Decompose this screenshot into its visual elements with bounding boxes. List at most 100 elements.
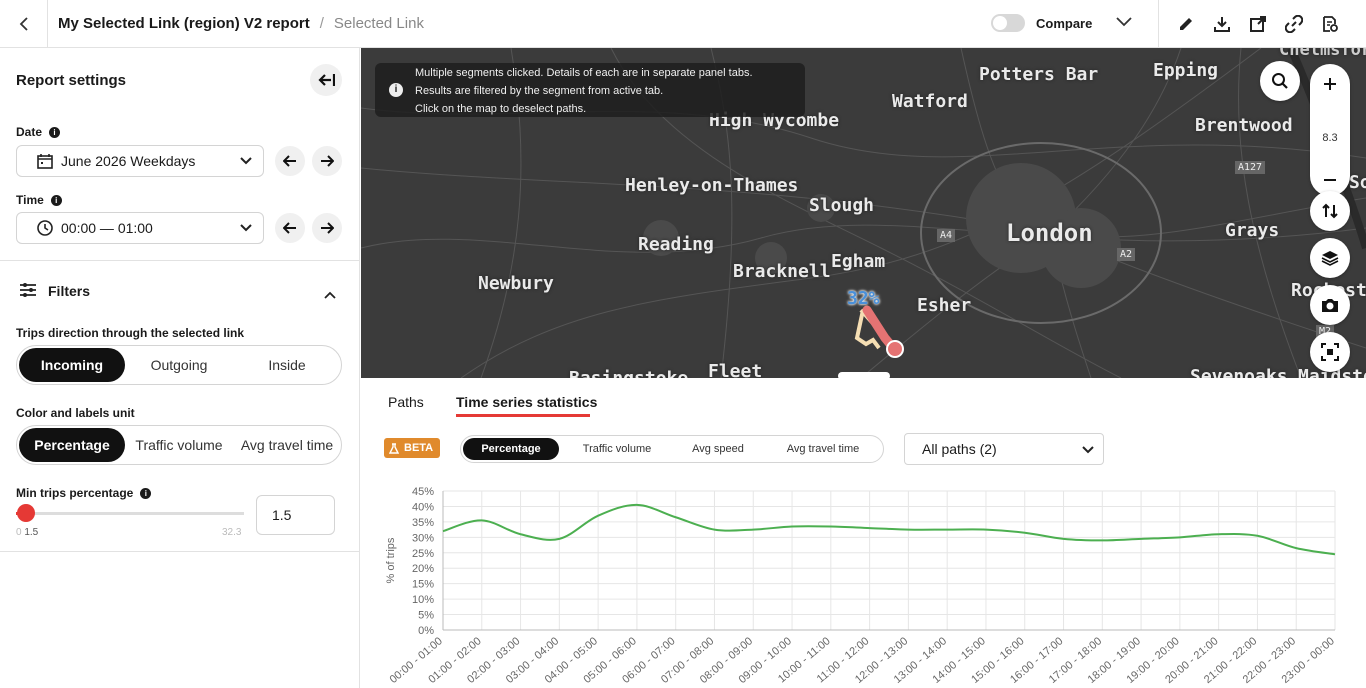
date-previous-button[interactable] bbox=[275, 146, 305, 176]
time-next-button[interactable] bbox=[312, 213, 342, 243]
back-icon bbox=[19, 16, 28, 31]
copy-link-button[interactable] bbox=[1283, 13, 1305, 35]
date-next-button[interactable] bbox=[312, 146, 342, 176]
sidebar-divider bbox=[0, 260, 359, 261]
report-settings-button[interactable] bbox=[1319, 13, 1341, 35]
map-screenshot-button[interactable] bbox=[1310, 285, 1350, 325]
zoom-in-button[interactable] bbox=[1322, 76, 1338, 97]
chart-unit-percentage[interactable]: Percentage bbox=[463, 438, 559, 460]
map-place-newbury: Newbury bbox=[478, 273, 554, 294]
notice-line-3: Click on the map to deselect paths. bbox=[415, 103, 587, 115]
collapse-left-icon bbox=[318, 74, 335, 86]
report-header: My Selected Link (region) V2 report / Se… bbox=[0, 0, 1366, 48]
map-place-bracknell: Bracknell bbox=[733, 261, 831, 282]
sidebar-title: Report settings bbox=[16, 72, 127, 89]
tab-paths[interactable]: Paths bbox=[388, 394, 424, 410]
info-icon[interactable]: i bbox=[50, 194, 62, 206]
slider-max-label: 32.3 bbox=[222, 527, 242, 538]
download-button[interactable] bbox=[1211, 13, 1233, 35]
map-place-potters-bar: Potters Bar bbox=[979, 64, 1099, 85]
collapse-sidebar-button[interactable] bbox=[310, 64, 342, 96]
min-trips-input[interactable]: 1.5 bbox=[256, 495, 335, 535]
map-place-epping: Epping bbox=[1153, 60, 1219, 81]
calendar-icon bbox=[37, 154, 53, 169]
unit-option-avg-travel-time[interactable]: Avg travel time bbox=[233, 428, 341, 462]
y-axis-label: % of trips bbox=[385, 537, 397, 583]
map-place-grays: Grays bbox=[1225, 220, 1280, 241]
chevron-down-icon bbox=[240, 224, 252, 232]
y-tick-label: 5% bbox=[418, 610, 434, 622]
compare-dropdown-button[interactable] bbox=[1116, 14, 1132, 30]
tab-time-series-statistics[interactable]: Time series statistics bbox=[456, 394, 597, 410]
pencil-icon bbox=[1180, 18, 1192, 30]
direction-option-incoming[interactable]: Incoming bbox=[19, 348, 125, 382]
breadcrumb-current[interactable]: Selected Link bbox=[334, 15, 424, 32]
back-button[interactable] bbox=[0, 0, 48, 48]
map-place-egham: Egham bbox=[831, 251, 886, 272]
unit-option-traffic-volume[interactable]: Traffic volume bbox=[125, 428, 233, 462]
layers-icon bbox=[1321, 251, 1339, 266]
min-trips-slider-track[interactable] bbox=[16, 512, 244, 515]
time-select[interactable]: 00:00 — 01:00 bbox=[16, 212, 264, 244]
chart-unit-segmented-control: Percentage Traffic volume Avg speed Avg … bbox=[460, 435, 884, 463]
swap-direction-button[interactable] bbox=[1310, 191, 1350, 231]
export-button[interactable] bbox=[1247, 13, 1269, 35]
chevron-down-icon bbox=[1116, 17, 1132, 27]
segment-percentage-label[interactable]: 32% bbox=[847, 288, 880, 309]
direction-option-inside[interactable]: Inside bbox=[233, 348, 341, 382]
info-icon[interactable]: i bbox=[140, 487, 152, 499]
direction-segmented-control: Incoming Outgoing Inside bbox=[16, 345, 342, 385]
chevron-down-icon bbox=[1082, 446, 1094, 454]
min-trips-slider-thumb[interactable] bbox=[17, 504, 36, 522]
map-place-sevenoaks: Sevenoaks bbox=[1190, 366, 1288, 378]
road-badge-a127: A127 bbox=[1235, 161, 1266, 174]
map-place-so: So bbox=[1349, 172, 1366, 193]
paths-select[interactable]: All paths (2) bbox=[904, 433, 1104, 465]
map-place-slough: Slough bbox=[809, 195, 875, 216]
info-icon: i bbox=[389, 83, 403, 97]
map-place-henley: Henley-on-Thames bbox=[625, 175, 799, 196]
min-trips-label: Min trips percentage i bbox=[16, 486, 152, 500]
y-tick-label: 35% bbox=[412, 517, 434, 529]
map-search-button[interactable] bbox=[1260, 61, 1300, 101]
chevron-down-icon bbox=[240, 157, 252, 165]
time-previous-button[interactable] bbox=[275, 213, 305, 243]
unit-option-percentage[interactable]: Percentage bbox=[19, 428, 125, 462]
arrow-left-icon bbox=[283, 155, 296, 167]
notice-line-1: Multiple segments clicked. Details of ea… bbox=[415, 67, 753, 79]
edit-button[interactable] bbox=[1175, 13, 1197, 35]
date-value: June 2026 Weekdays bbox=[61, 153, 196, 169]
filters-icon bbox=[20, 283, 36, 297]
compare-toggle[interactable] bbox=[991, 14, 1025, 32]
link-icon bbox=[1285, 15, 1303, 33]
fit-bounds-button[interactable] bbox=[1310, 332, 1350, 372]
path-end-marker[interactable] bbox=[886, 340, 904, 358]
map-layers-button[interactable] bbox=[1310, 238, 1350, 278]
breadcrumb-separator: / bbox=[319, 15, 324, 32]
y-tick-label: 15% bbox=[412, 579, 434, 591]
beta-badge: BETA bbox=[384, 438, 440, 458]
chart-unit-avg-speed[interactable]: Avg speed bbox=[673, 438, 763, 460]
zoom-controls: 8.3 bbox=[1310, 64, 1350, 196]
filters-collapse-button[interactable] bbox=[324, 286, 336, 304]
date-select[interactable]: June 2026 Weekdays bbox=[16, 145, 264, 177]
arrow-right-icon bbox=[321, 155, 334, 167]
arrow-left-icon bbox=[283, 222, 296, 234]
flask-icon bbox=[389, 442, 399, 454]
report-settings-sidebar: Report settings Date i June 2026 Weekday… bbox=[0, 48, 360, 688]
map-place-brentwood: Brentwood bbox=[1195, 115, 1293, 136]
compare-toggle-group[interactable]: Compare bbox=[991, 14, 1092, 32]
chart-unit-traffic-volume[interactable]: Traffic volume bbox=[565, 438, 669, 460]
plus-icon bbox=[1324, 78, 1336, 90]
multi-segment-notice: i Multiple segments clicked. Details of … bbox=[375, 63, 805, 117]
direction-option-outgoing[interactable]: Outgoing bbox=[125, 348, 233, 382]
info-icon[interactable]: i bbox=[49, 126, 61, 138]
zoom-out-button[interactable] bbox=[1322, 172, 1338, 193]
clock-icon bbox=[37, 220, 53, 236]
time-series-chart: 0%5%10%15%20%25%30%35%40%45%00:00 - 01:0… bbox=[385, 486, 1337, 686]
y-tick-label: 30% bbox=[412, 532, 434, 544]
paths-select-value: All paths (2) bbox=[922, 441, 997, 457]
chart-unit-avg-travel-time[interactable]: Avg travel time bbox=[767, 438, 879, 460]
map-view[interactable]: Chelmsford Potters Bar Epping Watford Hi… bbox=[361, 48, 1366, 378]
y-tick-label: 10% bbox=[412, 594, 434, 606]
